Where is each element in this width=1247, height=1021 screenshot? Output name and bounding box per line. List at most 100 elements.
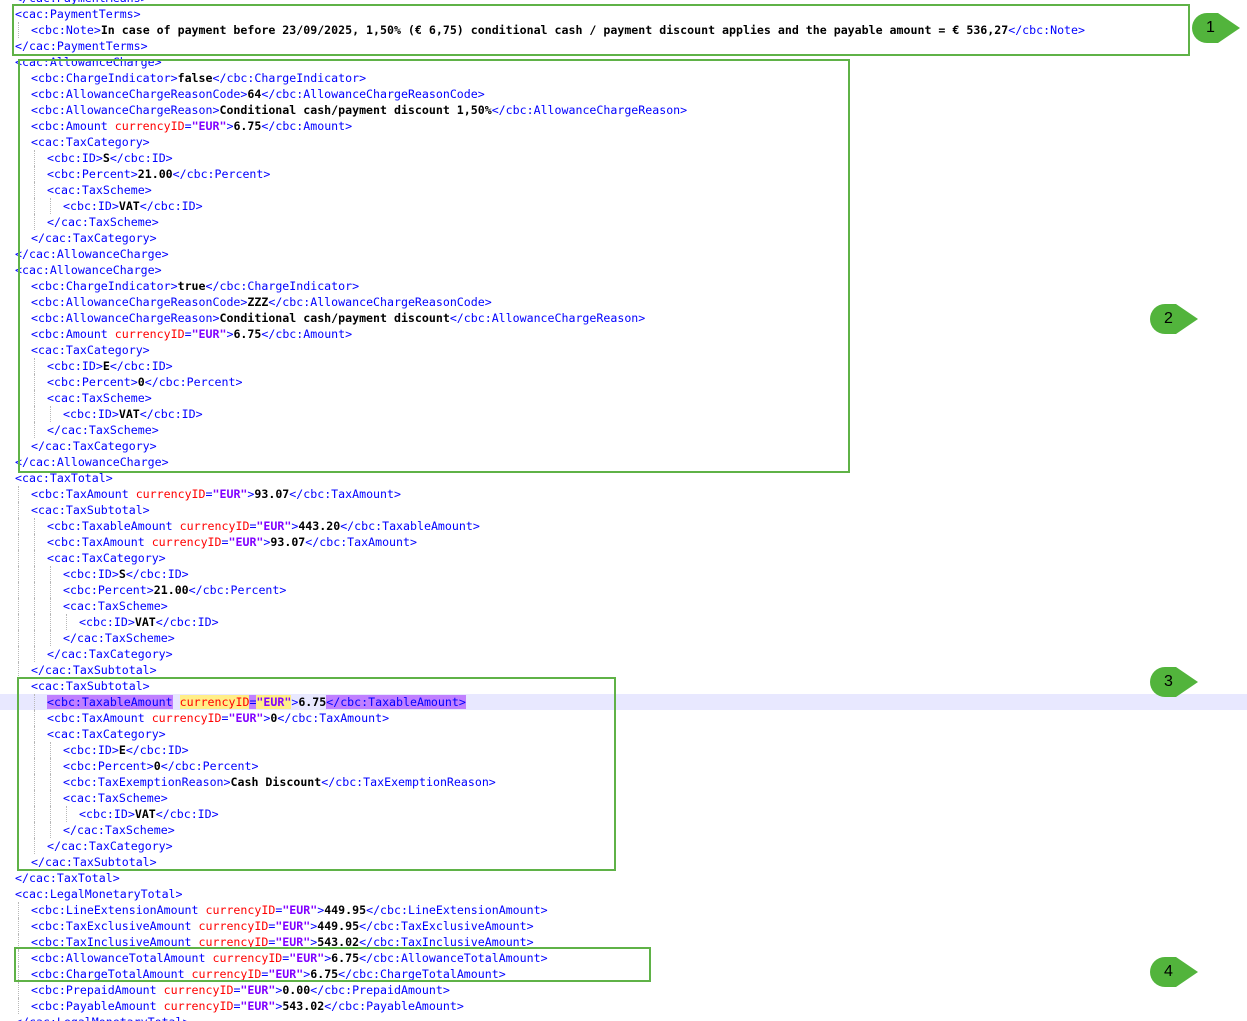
code-line[interactable]: <cbc:TaxInclusiveAmount currencyID="EUR"…: [0, 934, 1247, 950]
code-line[interactable]: <cbc:LineExtensionAmount currencyID="EUR…: [0, 902, 1247, 918]
code-line[interactable]: <cbc:TaxExclusiveAmount currencyID="EUR"…: [0, 918, 1247, 934]
code-line[interactable]: <cac:TaxSubtotal>: [0, 502, 1247, 518]
code-line[interactable]: </cac:TaxScheme>: [0, 630, 1247, 646]
code-line[interactable]: <cbc:TaxAmount currencyID="EUR">0</cbc:T…: [0, 710, 1247, 726]
indent-guide: [18, 70, 19, 86]
xml-tag-token: </cac:TaxScheme>: [63, 631, 175, 645]
xml-tag-token: =: [184, 327, 192, 341]
indent-guide: [18, 390, 19, 406]
indent-guide: [18, 918, 19, 934]
code-line[interactable]: <cac:TaxScheme>: [0, 598, 1247, 614]
code-line[interactable]: <cbc:TaxableAmount currencyID="EUR">6.75…: [0, 694, 1247, 710]
xml-tag-token: <cac:TaxCategory>: [47, 727, 166, 741]
code-line[interactable]: </cac:PaymentTerms>: [0, 38, 1247, 54]
code-line[interactable]: <cbc:ID>S</cbc:ID>: [0, 566, 1247, 582]
code-line[interactable]: <cac:TaxCategory>: [0, 726, 1247, 742]
code-line[interactable]: </cac:AllowanceCharge>: [0, 454, 1247, 470]
code-line[interactable]: </cac:TaxCategory>: [0, 438, 1247, 454]
code-line[interactable]: <cac:TaxCategory>: [0, 550, 1247, 566]
code-line[interactable]: <cbc:AllowanceChargeReasonCode>ZZZ</cbc:…: [0, 294, 1247, 310]
code-line[interactable]: </cac:TaxTotal>: [0, 870, 1247, 886]
indent-guide: [34, 822, 35, 838]
code-line[interactable]: <cbc:ID>VAT</cbc:ID>: [0, 406, 1247, 422]
xml-tag-token: <cbc:TaxExclusiveAmount: [31, 919, 199, 933]
code-text: </cac:AllowanceCharge>: [15, 246, 169, 262]
code-line[interactable]: <cbc:PrepaidAmount currencyID="EUR">0.00…: [0, 982, 1247, 998]
code-line[interactable]: </cac:TaxSubtotal>: [0, 662, 1247, 678]
xml-text-token: VAT: [134, 615, 156, 629]
indent-guide: [18, 678, 19, 694]
code-line[interactable]: <cac:TaxScheme>: [0, 182, 1247, 198]
indent-guide: [18, 102, 19, 118]
code-line[interactable]: </cac:TaxScheme>: [0, 822, 1247, 838]
code-line[interactable]: <cbc:TaxAmount currencyID="EUR">93.07</c…: [0, 486, 1247, 502]
code-line[interactable]: </cac:AllowanceCharge>: [0, 246, 1247, 262]
xml-tag-token: <cbc:TaxableAmount: [47, 519, 180, 533]
xml-tag-token: </cac:LegalMonetaryTotal>: [15, 1015, 190, 1021]
xml-tag-token: <cbc:TaxExemptionReason>: [63, 775, 231, 789]
code-line[interactable]: <cbc:AllowanceChargeReasonCode>64</cbc:A…: [0, 86, 1247, 102]
indent-guide: [66, 614, 67, 630]
code-line[interactable]: <cbc:ChargeIndicator>false</cbc:ChargeIn…: [0, 70, 1247, 86]
xml-editor[interactable]: </cac:PaymentMeans><cac:PaymentTerms><cb…: [0, 0, 1247, 1021]
code-line[interactable]: </cac:LegalMonetaryTotal>: [0, 1014, 1247, 1021]
code-text: <cac:TaxScheme>: [63, 598, 168, 614]
code-line[interactable]: <cac:TaxCategory>: [0, 342, 1247, 358]
code-line[interactable]: <cbc:ID>VAT</cbc:ID>: [0, 614, 1247, 630]
code-line[interactable]: <cac:TaxScheme>: [0, 790, 1247, 806]
code-line[interactable]: <cbc:PayableAmount currencyID="EUR">543.…: [0, 998, 1247, 1014]
code-text: <cac:TaxCategory>: [31, 134, 150, 150]
code-line[interactable]: <cbc:ID>E</cbc:ID>: [0, 358, 1247, 374]
code-line[interactable]: <cac:AllowanceCharge>: [0, 54, 1247, 70]
code-line[interactable]: </cac:TaxScheme>: [0, 214, 1247, 230]
code-line[interactable]: <cbc:Percent>21.00</cbc:Percent>: [0, 166, 1247, 182]
code-line[interactable]: <cbc:ID>VAT</cbc:ID>: [0, 198, 1247, 214]
code-line[interactable]: <cbc:Percent>0</cbc:Percent>: [0, 758, 1247, 774]
code-line[interactable]: <cbc:Note>In case of payment before 23/0…: [0, 22, 1247, 38]
indent-guide: [18, 742, 19, 758]
xml-tag-token: </cbc:ID>: [155, 615, 219, 629]
indent-guide: [18, 854, 19, 870]
code-line[interactable]: <cac:TaxScheme>: [0, 390, 1247, 406]
code-line[interactable]: <cbc:ChargeTotalAmount currencyID="EUR">…: [0, 966, 1247, 982]
xml-text-token: 6.75: [331, 951, 360, 965]
code-line[interactable]: <cbc:Amount currencyID="EUR">6.75</cbc:A…: [0, 326, 1247, 342]
xml-tag-token: </cbc:Percent>: [188, 583, 287, 597]
code-line[interactable]: <cac:PaymentTerms>: [0, 6, 1247, 22]
xml-tag-token: [173, 695, 180, 709]
code-line[interactable]: <cbc:TaxExemptionReason>Cash Discount</c…: [0, 774, 1247, 790]
code-text: <cac:LegalMonetaryTotal>: [15, 886, 183, 902]
code-line[interactable]: </cac:TaxCategory>: [0, 838, 1247, 854]
code-line[interactable]: <cbc:Percent>21.00</cbc:Percent>: [0, 582, 1247, 598]
code-line[interactable]: <cbc:TaxableAmount currencyID="EUR">443.…: [0, 518, 1247, 534]
xml-tag-token: </cbc:ID>: [155, 807, 219, 821]
xml-text-token: 449.95: [317, 919, 360, 933]
xml-attribute-value-token: "EUR": [228, 535, 264, 549]
code-line[interactable]: <cbc:ChargeIndicator>true</cbc:ChargeInd…: [0, 278, 1247, 294]
code-line[interactable]: <cbc:AllowanceTotalAmount currencyID="EU…: [0, 950, 1247, 966]
code-line[interactable]: <cbc:ID>S</cbc:ID>: [0, 150, 1247, 166]
code-line[interactable]: </cac:TaxCategory>: [0, 646, 1247, 662]
code-line[interactable]: </cac:TaxSubtotal>: [0, 854, 1247, 870]
xml-tag-token: </cbc:TaxableAmount>: [340, 519, 480, 533]
code-line[interactable]: <cac:TaxSubtotal>: [0, 678, 1247, 694]
code-line[interactable]: <cbc:ID>VAT</cbc:ID>: [0, 806, 1247, 822]
code-line[interactable]: <cac:AllowanceCharge>: [0, 262, 1247, 278]
xml-tag-token: <cbc:TaxAmount: [31, 487, 136, 501]
code-line[interactable]: <cbc:TaxAmount currencyID="EUR">93.07</c…: [0, 534, 1247, 550]
code-line[interactable]: <cac:TaxTotal>: [0, 470, 1247, 486]
code-text: </cac:TaxScheme>: [63, 630, 175, 646]
code-line[interactable]: </cac:TaxScheme>: [0, 422, 1247, 438]
code-line[interactable]: <cbc:Percent>0</cbc:Percent>: [0, 374, 1247, 390]
code-line[interactable]: <cbc:AllowanceChargeReason>Conditional c…: [0, 102, 1247, 118]
code-line[interactable]: <cbc:ID>E</cbc:ID>: [0, 742, 1247, 758]
code-line[interactable]: <cbc:Amount currencyID="EUR">6.75</cbc:A…: [0, 118, 1247, 134]
indent-guide: [18, 406, 19, 422]
indent-guide: [18, 598, 19, 614]
code-line[interactable]: </cac:TaxCategory>: [0, 230, 1247, 246]
code-line[interactable]: <cbc:AllowanceChargeReason>Conditional c…: [0, 310, 1247, 326]
indent-guide: [18, 86, 19, 102]
xml-tag-token: <cbc:AllowanceTotalAmount: [31, 951, 213, 965]
code-line[interactable]: <cac:LegalMonetaryTotal>: [0, 886, 1247, 902]
code-line[interactable]: <cac:TaxCategory>: [0, 134, 1247, 150]
